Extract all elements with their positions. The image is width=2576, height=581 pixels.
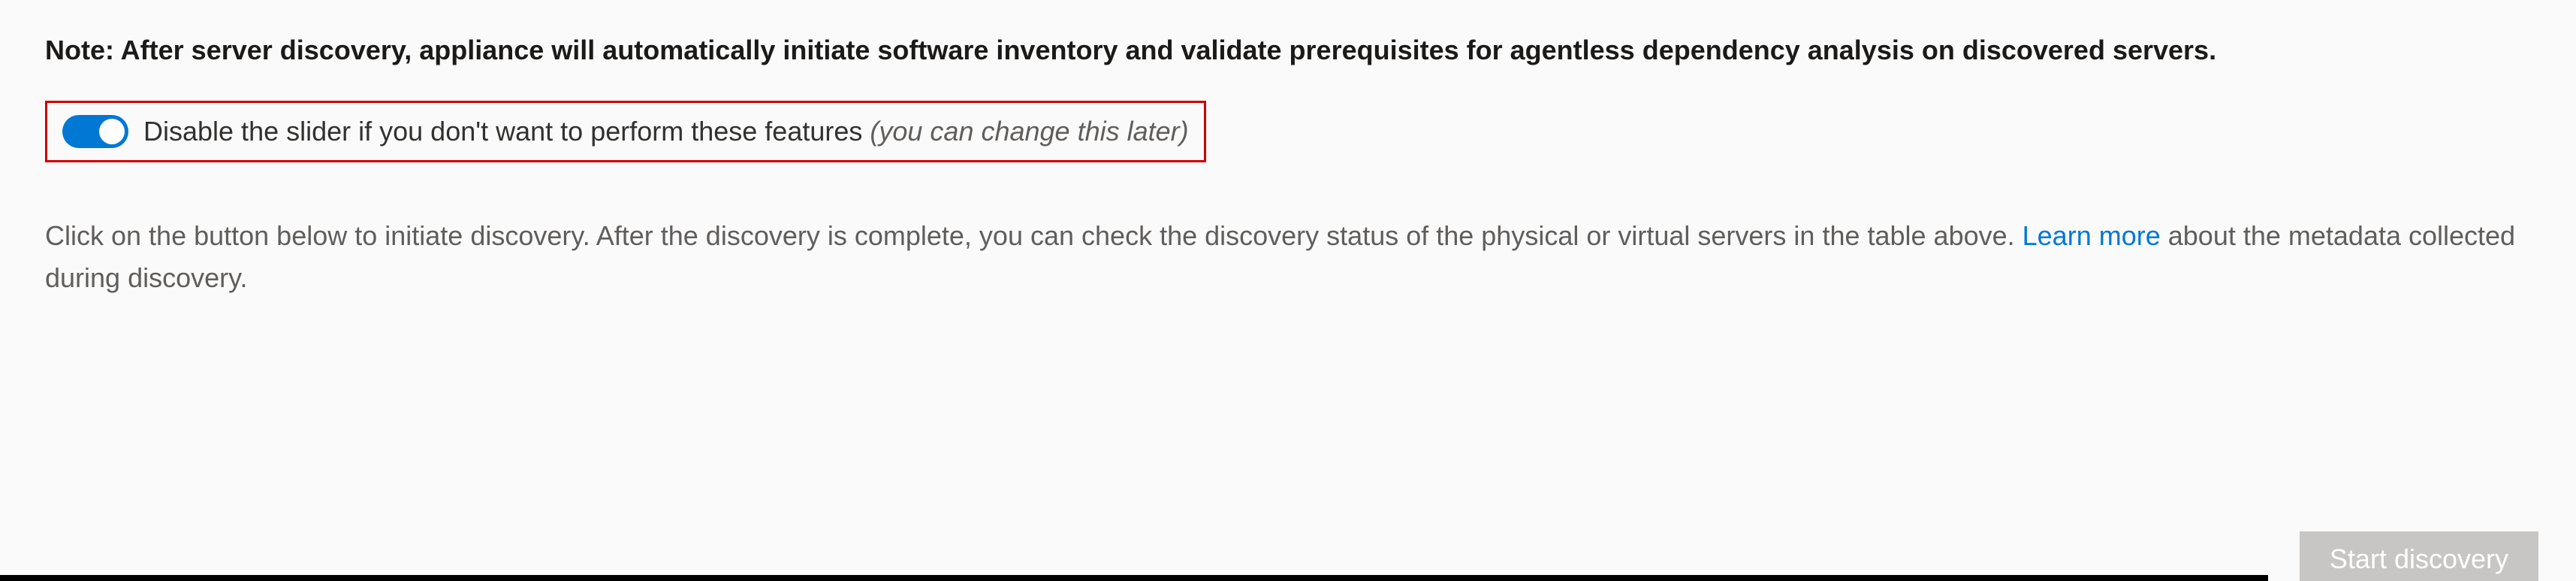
slider-highlight-box: Disable the slider if you don't want to … bbox=[45, 101, 1206, 162]
toggle-label: Disable the slider if you don't want to … bbox=[143, 116, 1189, 147]
note-prefix: Note: bbox=[45, 35, 114, 65]
start-discovery-button[interactable]: Start discovery bbox=[2300, 531, 2538, 581]
note-text: Note: After server discovery, appliance … bbox=[45, 30, 2531, 71]
learn-more-link[interactable]: Learn more bbox=[2022, 220, 2161, 251]
toggle-knob-icon bbox=[99, 119, 125, 144]
toggle-label-text: Disable the slider if you don't want to … bbox=[143, 116, 862, 147]
discovery-description: Click on the button below to initiate di… bbox=[45, 215, 2531, 299]
bottom-divider bbox=[0, 575, 2268, 581]
note-body: After server discovery, appliance will a… bbox=[121, 35, 2216, 65]
feature-toggle[interactable] bbox=[62, 115, 128, 148]
toggle-hint: (you can change this later) bbox=[870, 116, 1188, 147]
description-part1: Click on the button below to initiate di… bbox=[45, 220, 2022, 251]
